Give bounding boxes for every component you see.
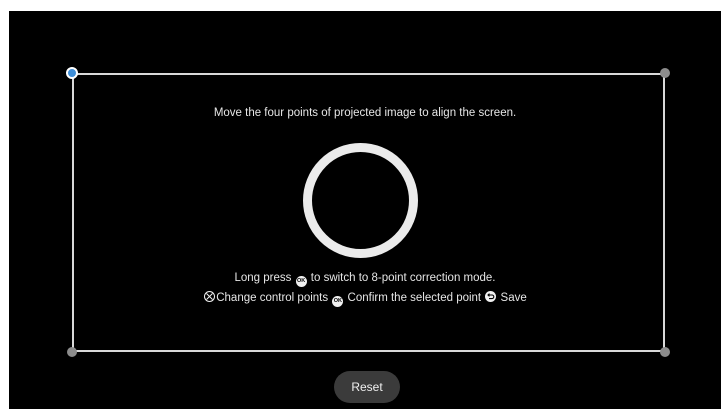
corner-point-top-left[interactable] [66, 67, 78, 79]
reset-button[interactable]: Reset [334, 371, 400, 403]
instruction-text: Move the four points of projected image … [213, 107, 517, 119]
change-points-label: Change control points [216, 292, 329, 304]
confirm-point-label: Confirm the selected point [347, 292, 482, 304]
back-return-icon [485, 291, 497, 302]
corner-point-bottom-left[interactable] [67, 347, 77, 357]
corner-point-bottom-right[interactable] [660, 347, 670, 357]
keystone-correction-screen: Move the four points of projected image … [9, 11, 721, 409]
save-label: Save [500, 292, 527, 304]
dpad-icon [204, 291, 216, 302]
hint-prefix: Long press [234, 272, 292, 284]
ok-button-icon: OK [332, 296, 344, 307]
corner-point-top-right[interactable] [660, 68, 670, 78]
loading-ring-icon [303, 143, 418, 258]
mode-hint: Long press OK to switch to 8-point corre… [9, 272, 721, 287]
ok-button-icon: OK [295, 276, 307, 287]
control-legend: Change control points OK Confirm the sel… [9, 291, 721, 307]
hint-suffix: to switch to 8-point correction mode. [310, 272, 496, 284]
